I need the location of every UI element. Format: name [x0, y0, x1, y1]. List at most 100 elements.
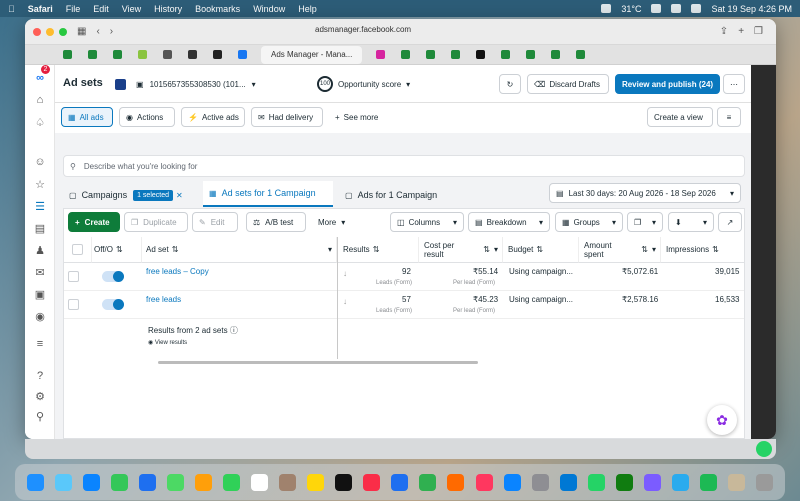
wifi-icon[interactable]: [651, 4, 662, 13]
row-toggle[interactable]: [102, 299, 124, 310]
clock[interactable]: Sat 19 Sep 4:26 PM: [711, 4, 792, 14]
adset-name[interactable]: free leads – Copy: [146, 267, 209, 276]
had-delivery-filter[interactable]: ✉ Had delivery: [251, 107, 323, 127]
horizontal-scrollbar[interactable]: [158, 361, 478, 364]
apple-icon[interactable]: : [8, 4, 15, 14]
create-view-button[interactable]: Create a view: [647, 107, 713, 127]
settings-icon[interactable]: ⚙: [33, 389, 47, 403]
filter-settings-icon[interactable]: ≡: [717, 107, 741, 127]
app-icon[interactable]: [559, 473, 577, 491]
instagram-tab-icon[interactable]: [376, 50, 386, 59]
star-icon[interactable]: ☆: [33, 177, 47, 191]
trash-icon[interactable]: [756, 473, 774, 491]
duplicate-button[interactable]: ❐ Duplicate: [124, 212, 188, 232]
keynote-icon[interactable]: [391, 473, 409, 491]
close-icon[interactable]: ✕: [176, 191, 183, 200]
tab-icon[interactable]: [476, 50, 486, 59]
edit-button[interactable]: ✎ Edit: [192, 212, 238, 232]
finder-icon[interactable]: [26, 473, 44, 491]
sheets-tab-icon[interactable]: [551, 50, 561, 59]
system-settings-icon[interactable]: [531, 473, 549, 491]
tab-overview-icon[interactable]: ❐: [754, 26, 763, 37]
row-checkbox[interactable]: [68, 299, 79, 310]
sheets-tab-icon[interactable]: [501, 50, 511, 59]
excel-icon[interactable]: [615, 473, 633, 491]
view-results-link[interactable]: ◉ View results: [148, 339, 187, 346]
music-icon[interactable]: [363, 473, 381, 491]
forward-icon[interactable]: ›: [110, 26, 113, 37]
see-more-filter[interactable]: + See more: [329, 107, 391, 127]
tab-ad-sets[interactable]: ▦ Ad sets for 1 Campaign: [203, 181, 333, 207]
launchpad-icon[interactable]: [54, 473, 72, 491]
back-icon[interactable]: ‹: [96, 26, 99, 37]
sidebar-toggle-icon[interactable]: ▦: [77, 26, 86, 37]
export-dropdown[interactable]: ⬇ ▾: [668, 212, 714, 232]
audiences-icon[interactable]: ♟: [33, 243, 47, 257]
adset-name[interactable]: free leads: [146, 295, 181, 304]
header-amount[interactable]: Amount spent ⇅ ▾: [579, 237, 661, 263]
spotify-tab-icon[interactable]: [213, 50, 222, 59]
date-range-picker[interactable]: ▤ Last 30 days: 20 Aug 2026 - 18 Sep 202…: [549, 183, 741, 203]
app-icon[interactable]: [475, 473, 493, 491]
more-dropdown[interactable]: More ▾: [312, 212, 356, 232]
row-toggle[interactable]: [102, 271, 124, 282]
opportunity-score[interactable]: 100 Opportunity score ▾: [311, 74, 431, 94]
info-icon[interactable]: ⓘ: [230, 326, 238, 335]
photos-icon[interactable]: [194, 473, 212, 491]
all-ads-filter[interactable]: ▦ All ads: [61, 107, 113, 127]
menu-window[interactable]: Window: [253, 4, 285, 14]
ab-test-button[interactable]: ⚖ A/B test: [246, 212, 306, 232]
whatsapp-float-icon[interactable]: [756, 441, 772, 457]
close-window-button[interactable]: [33, 27, 41, 36]
more-options-button[interactable]: ⋯: [723, 74, 745, 94]
calendar-icon[interactable]: [251, 473, 269, 491]
billing-icon[interactable]: ▣: [33, 287, 47, 301]
spotify-icon[interactable]: [700, 473, 718, 491]
search-input[interactable]: ⚲ Describe what you're looking for: [63, 155, 745, 177]
facetime-icon[interactable]: [222, 473, 240, 491]
menu-icon[interactable]: ≡: [33, 337, 47, 351]
share-icon[interactable]: ⇪: [720, 26, 728, 37]
menu-safari[interactable]: Safari: [28, 4, 53, 14]
sheets-tab-icon[interactable]: [526, 50, 536, 59]
tab-ads-manager[interactable]: Ads Manager - Mana...: [261, 45, 363, 64]
help-icon[interactable]: ?: [33, 369, 47, 383]
emoji-icon[interactable]: ☺: [33, 155, 47, 169]
menu-edit[interactable]: Edit: [93, 4, 109, 14]
messages-icon[interactable]: [110, 473, 128, 491]
actions-filter[interactable]: ◉ Actions: [119, 107, 175, 127]
groups-dropdown[interactable]: ▦ Groups ▾: [555, 212, 623, 232]
discard-drafts-button[interactable]: ⌫ Discard Drafts: [527, 74, 609, 94]
menu-help[interactable]: Help: [298, 4, 317, 14]
chart-button[interactable]: ↗: [718, 212, 742, 232]
header-budget[interactable]: Budget ⇅: [503, 237, 579, 263]
minimize-window-button[interactable]: [46, 27, 54, 36]
tab-campaigns[interactable]: ▢ Campaigns 1 selected ✕: [63, 185, 197, 205]
tab-icon[interactable]: [188, 50, 197, 59]
reports-dropdown[interactable]: ❐ ▾: [627, 212, 663, 232]
columns-dropdown[interactable]: ◫ Columns ▾: [390, 212, 464, 232]
search-icon[interactable]: ⚲: [33, 409, 47, 423]
select-all-checkbox[interactable]: [72, 244, 83, 255]
table-icon[interactable]: ☰: [33, 199, 47, 213]
maps-icon[interactable]: [166, 473, 184, 491]
breakdown-dropdown[interactable]: ▤ Breakdown ▾: [468, 212, 550, 232]
header-results[interactable]: Results ⇅: [338, 237, 419, 263]
notifications-icon[interactable]: ♤: [33, 115, 47, 129]
search-icon[interactable]: [671, 4, 682, 13]
create-button[interactable]: + Create: [68, 212, 120, 232]
megaphone-icon[interactable]: ✉: [33, 265, 47, 279]
account-selector[interactable]: ▣ 1015657355308530 (101... ▾: [109, 74, 299, 94]
notes-icon[interactable]: [307, 473, 325, 491]
tab-ads[interactable]: ▢ Ads for 1 Campaign: [339, 185, 449, 205]
table-row[interactable]: free leads – Copy ↓ 92 Leads (Form) ₹55.…: [64, 263, 744, 291]
review-publish-button[interactable]: Review and publish (24): [615, 74, 720, 94]
pages-icon[interactable]: ▤: [33, 221, 47, 235]
sheets-tab-icon[interactable]: [576, 50, 586, 59]
home-icon[interactable]: ⌂: [33, 93, 47, 107]
sheets-tab-icon[interactable]: [451, 50, 461, 59]
telegram-icon[interactable]: [671, 473, 689, 491]
refresh-button[interactable]: ↻: [499, 74, 521, 94]
header-adset[interactable]: Ad set ⇅ ▾: [142, 237, 337, 263]
tv-icon[interactable]: [335, 473, 353, 491]
